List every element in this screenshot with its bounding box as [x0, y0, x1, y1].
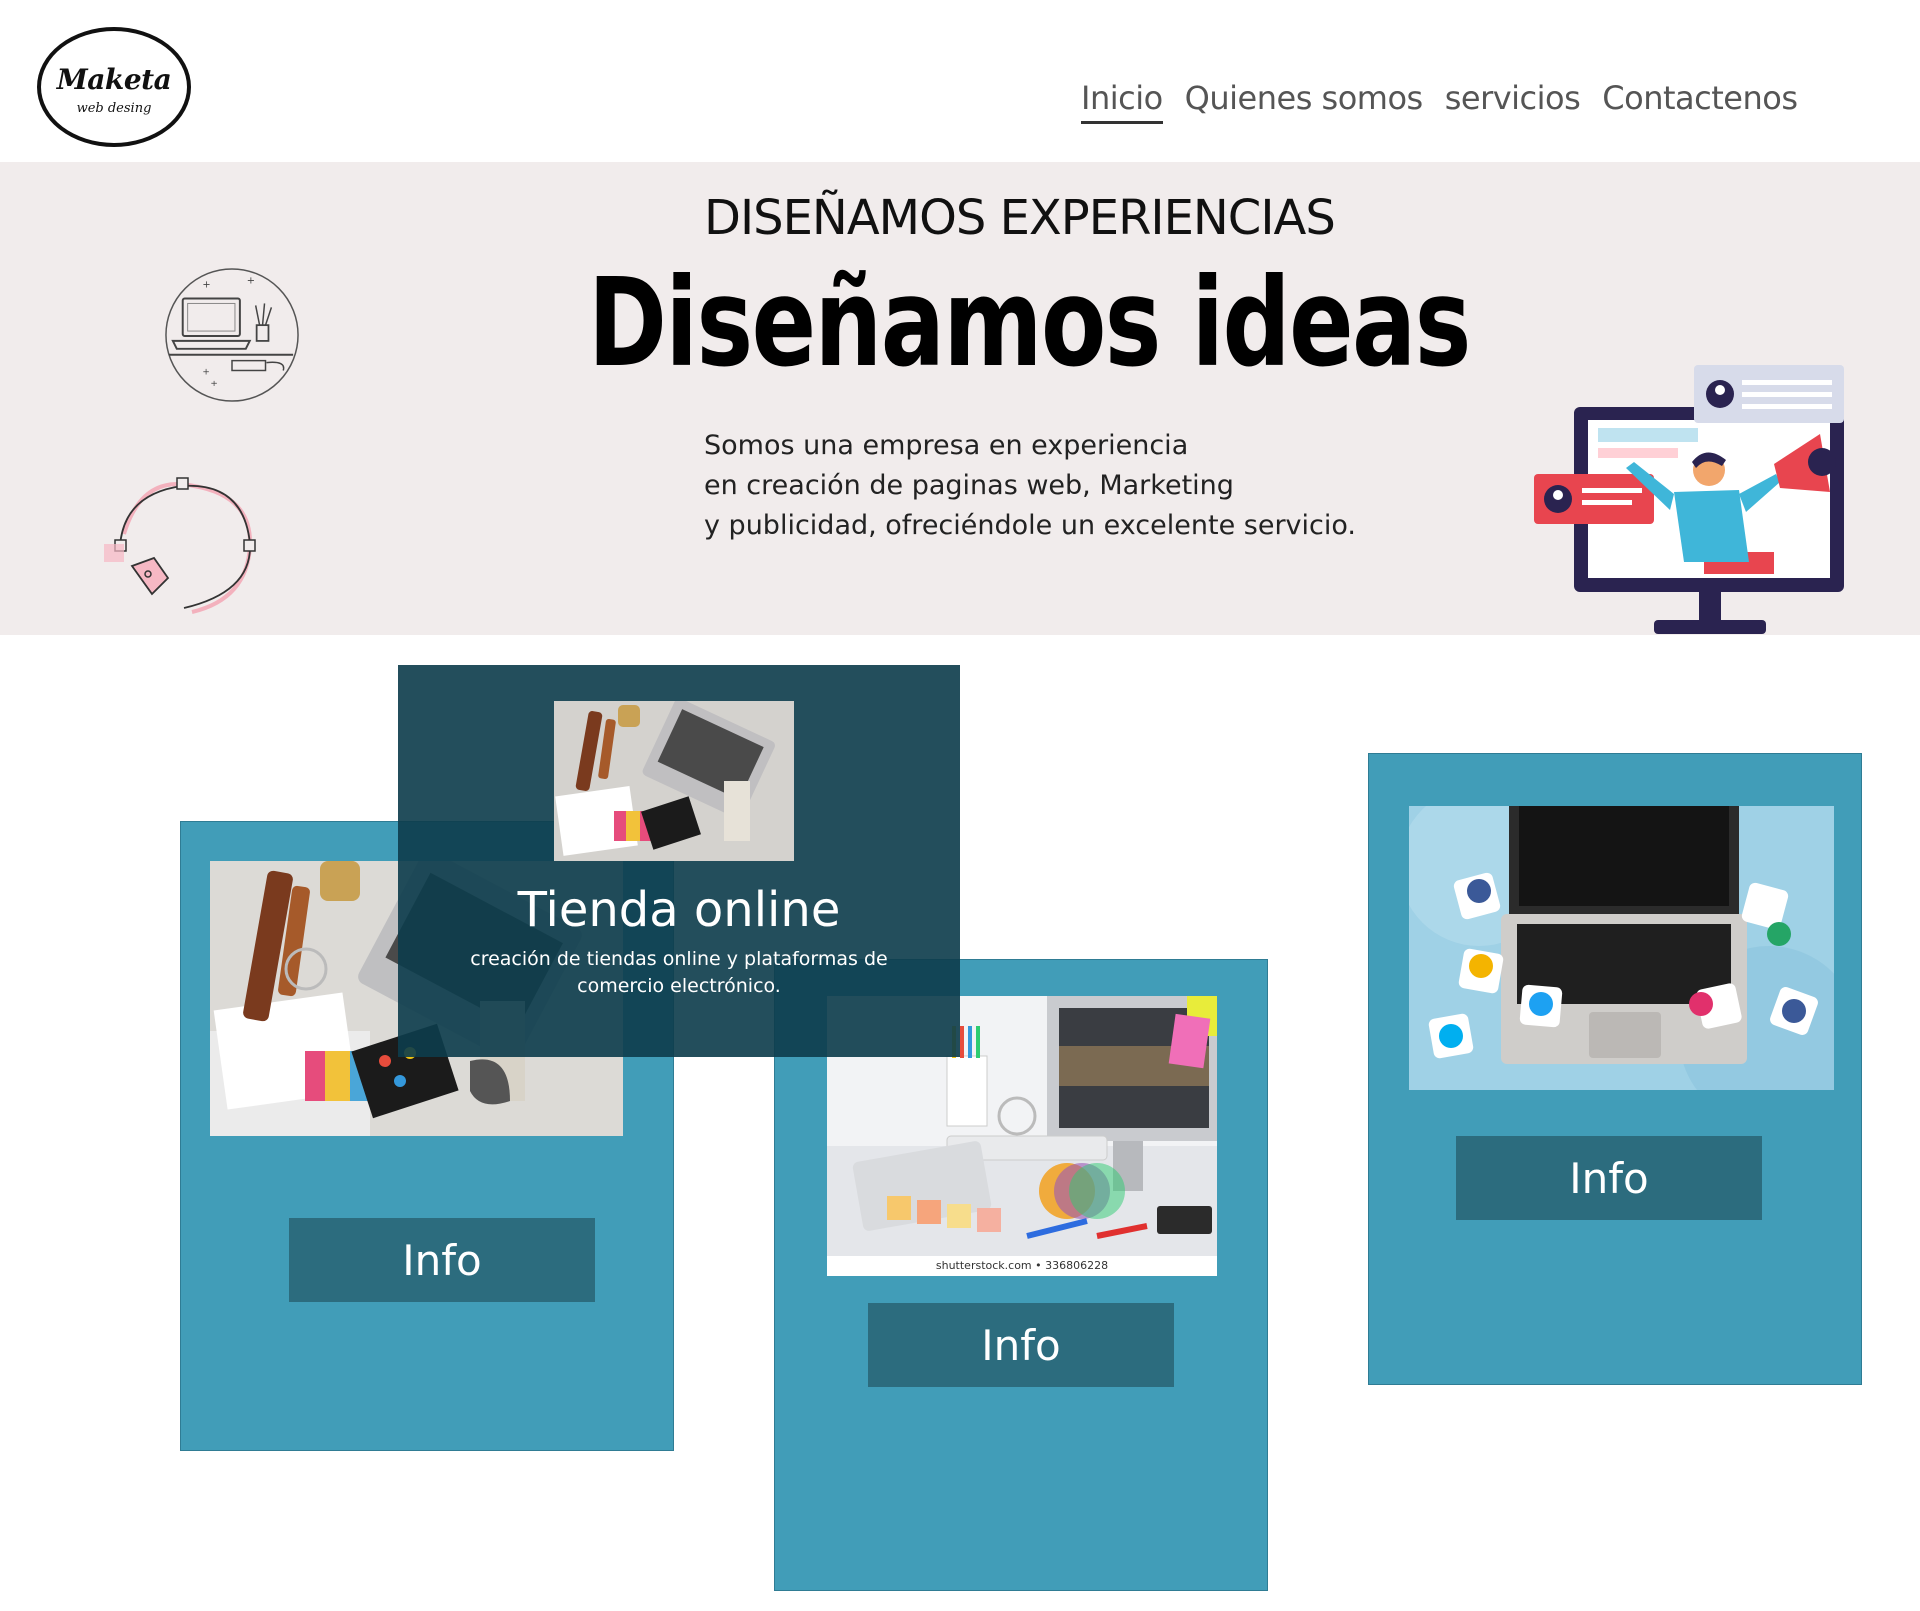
overlay-title: Tienda online: [517, 882, 841, 938]
desk-illustration-icon: + + + +: [165, 268, 299, 402]
site-header: Maketa web desing Inicio Quienes somos s…: [0, 0, 1920, 162]
info-button[interactable]: Info: [868, 1303, 1174, 1387]
tienda-online-overlay[interactable]: Tienda online creación de tiendas online…: [398, 665, 960, 1057]
logo-title: Maketa: [56, 63, 172, 96]
hero-line: y publicidad, ofreciéndole un excelente …: [704, 510, 1356, 541]
svg-text:+: +: [210, 379, 217, 389]
hero-title: Diseñamos ideas: [588, 252, 1471, 394]
hero-kicker: DISEÑAMOS EXPERIENCIAS: [704, 190, 1336, 246]
nav-item-quienes-somos[interactable]: Quienes somos: [1185, 76, 1424, 124]
desk-flatlay-thumbnail: [554, 701, 794, 861]
svg-text:+: +: [202, 280, 210, 291]
laptop-social-media-photo: [1409, 806, 1834, 1090]
hero-line: Somos una empresa en experiencia: [704, 430, 1189, 461]
info-button[interactable]: Info: [1456, 1136, 1762, 1220]
logo-subtitle: web desing: [76, 101, 152, 116]
hero-line: en creación de paginas web, Marketing: [704, 470, 1234, 501]
image-watermark: shutterstock.com • 336806228: [827, 1256, 1217, 1276]
hero-description: Somos una empresa en experiencia en crea…: [704, 426, 1364, 546]
nav-item-inicio[interactable]: Inicio: [1081, 76, 1163, 124]
info-button[interactable]: Info: [289, 1218, 595, 1302]
marketing-illustration-icon: [1534, 365, 1844, 634]
main-nav: Inicio Quienes somos servicios Contacten…: [1081, 76, 1798, 124]
nav-item-servicios[interactable]: servicios: [1445, 76, 1581, 124]
overlay-description: creación de tiendas online y plataformas…: [470, 948, 888, 997]
hero-section: + + + + DISEÑAMOS EXPERIENCIAS Diseñamos…: [0, 162, 1920, 635]
svg-text:+: +: [247, 276, 255, 287]
pen-tool-illustration-icon: [104, 477, 256, 614]
service-card: Info: [1368, 753, 1862, 1385]
brand-logo[interactable]: Maketa web desing: [37, 27, 191, 147]
nav-item-contactenos[interactable]: Contactenos: [1602, 76, 1798, 124]
svg-text:+: +: [202, 367, 209, 377]
